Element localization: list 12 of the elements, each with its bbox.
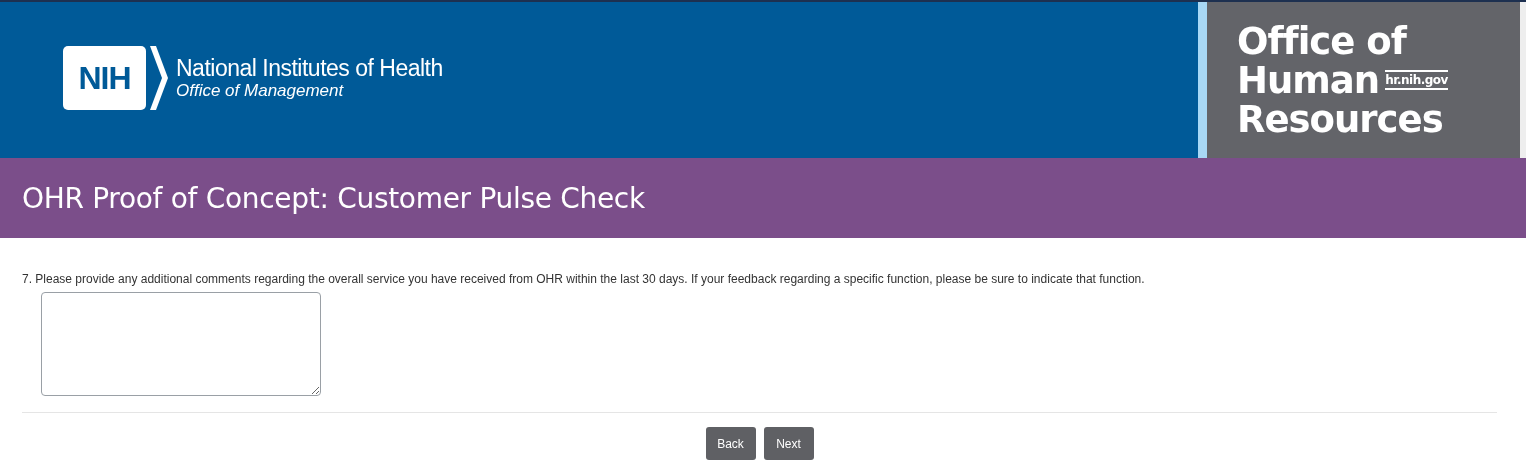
answer-box[interactable] xyxy=(41,292,321,396)
logo-text: Human xyxy=(1237,60,1380,100)
question-text: 7. Please provide any additional comments regarding the overall service you have received from OHR within the last 30 days. If your feedback regarding a specific function, please be sure to indicate that function. xyxy=(22,272,1146,286)
nih-logo: NIH xyxy=(63,46,168,110)
logo-text: Resources xyxy=(1237,99,1444,139)
logo-url: hr.nih.gov xyxy=(1385,70,1448,90)
logo-text: Office of xyxy=(1237,21,1408,61)
nav-button[interactable]: Next xyxy=(763,427,814,460)
nav-button[interactable]: Back xyxy=(705,427,756,460)
survey-title: OHR Proof of Concept: Customer Pulse Check xyxy=(22,181,645,215)
organization-name: National Institutes of Health xyxy=(176,55,443,81)
organization-unit: Office of Management xyxy=(176,81,345,101)
